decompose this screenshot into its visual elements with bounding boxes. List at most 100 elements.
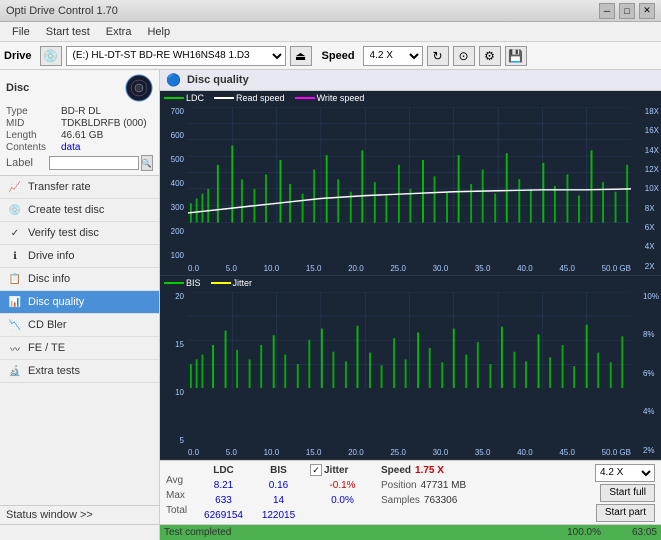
samples-label: Samples xyxy=(381,495,420,506)
maximize-button[interactable]: □ xyxy=(619,3,635,19)
save-button[interactable]: 💾 xyxy=(505,46,527,66)
bis-axis-10: 10 xyxy=(175,388,184,397)
bis-chart-legend: BIS Jitter xyxy=(164,278,252,288)
sidebar-item-label-transfer-rate: Transfer rate xyxy=(28,181,91,193)
total-label: Total xyxy=(166,503,196,517)
menu-help[interactable]: Help xyxy=(139,24,178,40)
bis-bottom-axis: 0.0 5.0 10.0 15.0 20.0 25.0 30.0 35.0 40… xyxy=(188,448,631,457)
start-part-button[interactable]: Start part xyxy=(596,504,655,522)
sidebar-item-label-disc-info: Disc info xyxy=(28,273,70,285)
ldc-axis-300: 300 xyxy=(171,203,184,212)
menu-extra[interactable]: Extra xyxy=(98,24,140,40)
jitter-col-header: Jitter xyxy=(324,465,348,476)
ldc-axis-200: 200 xyxy=(171,227,184,236)
bis-baxis-15: 15.0 xyxy=(306,448,322,457)
length-field-value: 46.61 GB xyxy=(61,130,103,141)
bis-baxis-35: 35.0 xyxy=(475,448,491,457)
speed-stat-value: 1.75 X xyxy=(415,465,444,476)
sidebar-item-disc-quality[interactable]: 📊 Disc quality xyxy=(0,291,159,314)
sidebar-item-verify-test-disc[interactable]: ✓ Verify test disc xyxy=(0,222,159,245)
sidebar-item-label-create-test-disc: Create test disc xyxy=(28,204,104,216)
ldc-axis-100: 100 xyxy=(171,251,184,260)
ldc-right-axis: 18X 16X 14X 12X 10X 8X 6X 4X 2X xyxy=(645,107,659,271)
start-full-button[interactable]: Start full xyxy=(600,484,655,502)
ldc-baxis-35: 35.0 xyxy=(475,264,491,273)
max-label: Max xyxy=(166,488,196,502)
sidebar-item-cd-bler[interactable]: 📉 CD Bler xyxy=(0,314,159,337)
bis-raxis-6pct: 6% xyxy=(643,369,659,378)
label-input[interactable] xyxy=(49,156,139,170)
sidebar-item-drive-info[interactable]: ℹ Drive info xyxy=(0,245,159,268)
cd-bler-icon: 📉 xyxy=(8,318,22,332)
sidebar-item-label-drive-info: Drive info xyxy=(28,250,74,262)
drive-select[interactable]: (E:) HL-DT-ST BD-RE WH16NS48 1.D3 xyxy=(66,46,286,66)
speed-dropdown[interactable]: 4.2 X xyxy=(595,464,655,482)
drivebar: Drive 💿 (E:) HL-DT-ST BD-RE WH16NS48 1.D… xyxy=(0,42,661,70)
eject-button[interactable]: ⏏ xyxy=(290,46,312,66)
bis-baxis-50: 50.0 GB xyxy=(602,448,631,457)
sidebar-item-transfer-rate[interactable]: 📈 Transfer rate xyxy=(0,176,159,199)
contents-field-label: Contents xyxy=(6,142,61,153)
menu-file[interactable]: File xyxy=(4,24,38,40)
bis-baxis-30: 30.0 xyxy=(433,448,449,457)
bis-axis-20: 20 xyxy=(175,292,184,301)
status-window-button[interactable]: Status window >> xyxy=(0,505,159,524)
jitter-checkbox[interactable]: ✓ xyxy=(310,464,322,476)
ldc-axis-400: 400 xyxy=(171,179,184,188)
bis-legend-label: BIS xyxy=(186,278,201,288)
disc-quality-header-icon: 🔵 xyxy=(166,73,181,87)
ldc-col-header: LDC xyxy=(196,463,251,477)
sidebar-item-disc-info[interactable]: 📋 Disc info xyxy=(0,268,159,291)
titlebar: Opti Drive Control 1.70 ─ □ ✕ xyxy=(0,0,661,22)
jitter-legend-color xyxy=(211,282,231,284)
readspeed-legend-label: Read speed xyxy=(236,93,285,103)
statusbar: Test completed 100.0% 63:05 xyxy=(0,524,661,540)
sidebar-item-label-cd-bler: CD Bler xyxy=(28,319,67,331)
jitter-legend-label: Jitter xyxy=(233,278,253,288)
sidebar-item-extra-tests[interactable]: 🔬 Extra tests xyxy=(0,360,159,383)
ldc-baxis-5: 5.0 xyxy=(226,264,237,273)
ldc-raxis-18x: 18X xyxy=(645,107,659,116)
fe-te-icon: 〰 xyxy=(8,341,22,355)
time-text: 63:05 xyxy=(632,525,657,540)
label-field-label: Label xyxy=(6,157,47,169)
ldc-total-value: 6269154 xyxy=(196,508,251,522)
speed-select[interactable]: 4.2 X xyxy=(363,46,423,66)
ldc-axis-600: 600 xyxy=(171,131,184,140)
content-area: 🔵 Disc quality LDC Read speed xyxy=(160,70,661,524)
mid-field-label: MID xyxy=(6,118,61,129)
bis-avg-value: 0.16 xyxy=(251,478,306,492)
jitter-avg-value: -0.1% xyxy=(310,478,375,492)
bis-col-header: BIS xyxy=(251,463,306,477)
bis-raxis-8pct: 8% xyxy=(643,330,659,339)
jitter-total-value xyxy=(310,508,375,522)
bis-raxis-4pct: 4% xyxy=(643,407,659,416)
charts-container: LDC Read speed Write speed 700 600 500 xyxy=(160,91,661,460)
ldc-baxis-30: 30.0 xyxy=(433,264,449,273)
ldc-baxis-50: 50.0 GB xyxy=(602,264,631,273)
ldc-baxis-10: 10.0 xyxy=(264,264,280,273)
bis-raxis-2pct: 2% xyxy=(643,446,659,455)
app-title: Opti Drive Control 1.70 xyxy=(6,5,118,17)
sidebar-item-fe-te[interactable]: 〰 FE / TE xyxy=(0,337,159,360)
refresh-button[interactable]: ↻ xyxy=(427,46,449,66)
ldc-raxis-10x: 10X xyxy=(645,184,659,193)
sidebar-item-create-test-disc[interactable]: 💿 Create test disc xyxy=(0,199,159,222)
menu-start-test[interactable]: Start test xyxy=(38,24,98,40)
ldc-legend-item: LDC xyxy=(164,93,204,103)
ldc-chart: LDC Read speed Write speed 700 600 500 xyxy=(160,91,661,276)
ldc-raxis-12x: 12X xyxy=(645,165,659,174)
content-header-title: Disc quality xyxy=(187,74,249,86)
bis-total-value: 122015 xyxy=(251,508,306,522)
close-button[interactable]: ✕ xyxy=(639,3,655,19)
minimize-button[interactable]: ─ xyxy=(599,3,615,19)
scan-button[interactable]: ⊙ xyxy=(453,46,475,66)
drive-icon: 💿 xyxy=(40,46,62,66)
mid-field-value: TDKBLDRFB (000) xyxy=(61,118,147,129)
type-field-value: BD-R DL xyxy=(61,106,101,117)
sidebar-item-label-extra-tests: Extra tests xyxy=(28,365,80,377)
disc-image-icon xyxy=(125,74,153,102)
label-icon-button[interactable]: 🔍 xyxy=(141,155,153,171)
settings-button[interactable]: ⚙ xyxy=(479,46,501,66)
ldc-raxis-16x: 16X xyxy=(645,126,659,135)
